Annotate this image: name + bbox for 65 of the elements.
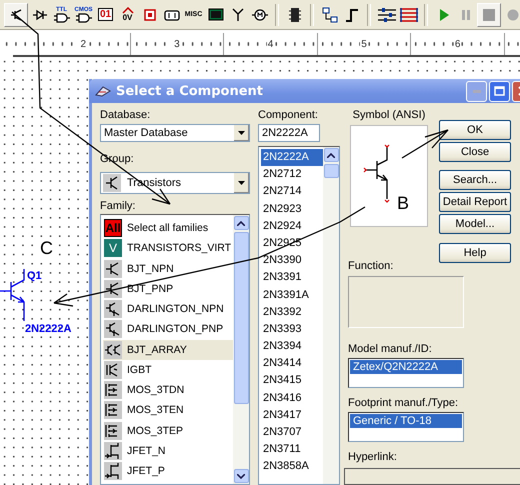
ruler-number: 4 bbox=[266, 38, 274, 50]
callout-letter: B bbox=[397, 193, 410, 214]
family-item[interactable]: BJT_ARRAY bbox=[103, 340, 233, 360]
ruler-number: 2 bbox=[80, 38, 88, 50]
digit-label: 01 bbox=[98, 8, 114, 21]
model-item[interactable]: Zetex/Q2N2222A bbox=[350, 360, 462, 374]
family-item[interactable]: DARLINGTON_NPN bbox=[103, 299, 233, 320]
ruler-number: 6 bbox=[454, 38, 462, 50]
component-item[interactable]: 2N3416 bbox=[261, 390, 323, 407]
family-item[interactable]: MOS_3TDN bbox=[103, 380, 233, 400]
field-label: Model manuf./ID: bbox=[348, 342, 432, 356]
dialog-button[interactable]: Search... bbox=[439, 170, 511, 190]
field-label: Footprint manuf./Type: bbox=[348, 396, 458, 410]
dialog-button[interactable]: OK bbox=[439, 120, 511, 140]
component-item[interactable]: 2N2712 bbox=[261, 166, 323, 184]
field-label: Symbol (ANSI) bbox=[352, 108, 426, 122]
all-icon: All bbox=[104, 219, 122, 238]
field-label: Function: bbox=[348, 259, 394, 273]
family-item[interactable]: MOS_3TEN bbox=[103, 400, 233, 420]
family-item[interactable]: V TRANSISTORS_VIRT bbox=[103, 238, 233, 258]
component-item[interactable]: 2N3858A bbox=[261, 458, 323, 476]
component-item[interactable]: 2N2924 bbox=[261, 218, 323, 235]
family-item[interactable]: BJT_NPN bbox=[103, 258, 233, 279]
component-item[interactable]: 2N3417 bbox=[261, 406, 323, 424]
field-label: Database: bbox=[100, 108, 150, 122]
power-label: 0V bbox=[122, 14, 132, 22]
component-item[interactable]: 2N3394 bbox=[261, 338, 323, 356]
digit-button[interactable]: 01 bbox=[95, 2, 116, 26]
power-button[interactable]: 0V bbox=[117, 2, 138, 26]
component-item[interactable]: 2N3414 bbox=[261, 355, 323, 372]
dialog-button[interactable]: Detail Report bbox=[439, 192, 511, 212]
family-item[interactable]: MOS_3TEP bbox=[103, 420, 233, 441]
component-item[interactable]: 2N3390 bbox=[261, 252, 323, 270]
component-item[interactable]: 2N2222A bbox=[261, 149, 323, 166]
component-item[interactable]: 2N2923 bbox=[261, 200, 323, 218]
family-item[interactable]: BJT_PNP bbox=[103, 278, 233, 299]
callout-letter: C bbox=[40, 239, 53, 257]
field-label: Component: bbox=[258, 108, 318, 122]
component-field[interactable]: 2N2222A bbox=[258, 124, 320, 142]
component-item[interactable]: 2N3707 bbox=[261, 424, 323, 442]
family-item[interactable]: DARLINGTON_PNP bbox=[103, 319, 233, 340]
component-item[interactable]: 2N3393 bbox=[261, 320, 323, 338]
dialog-button[interactable]: Model... bbox=[439, 214, 511, 234]
component-item[interactable]: 2N3415 bbox=[261, 372, 323, 390]
ruler-number: 3 bbox=[173, 38, 181, 50]
field-label: Family: bbox=[100, 199, 136, 213]
part-reference: Q1 bbox=[27, 270, 42, 282]
family-item[interactable]: JFET_P bbox=[103, 461, 233, 482]
family-item[interactable]: JFET_N bbox=[103, 440, 233, 461]
component-item[interactable]: 2N3391A bbox=[261, 286, 323, 304]
dialog-button[interactable]: Help bbox=[439, 243, 511, 263]
component-item[interactable]: 2N3392 bbox=[261, 304, 323, 321]
window-title: Select a Component bbox=[116, 84, 263, 98]
ruler-number: 5 bbox=[360, 38, 368, 50]
part-value: 2N2222A bbox=[25, 323, 72, 335]
dialog-button[interactable]: Close bbox=[439, 142, 511, 162]
component-item[interactable]: 2N2714 bbox=[261, 183, 323, 201]
field-label: Hyperlink: bbox=[348, 450, 397, 464]
footprint-item[interactable]: Generic / TO-18 bbox=[350, 414, 462, 428]
family-item[interactable]: All Select all families bbox=[103, 218, 233, 238]
family-item[interactable]: IGBT bbox=[103, 360, 233, 380]
virtual-icon: V bbox=[104, 239, 122, 258]
component-item[interactable]: 2N3711 bbox=[261, 441, 323, 458]
component-item[interactable]: 2N3391 bbox=[261, 269, 323, 286]
database-dropdown[interactable]: Master Database bbox=[100, 124, 250, 142]
